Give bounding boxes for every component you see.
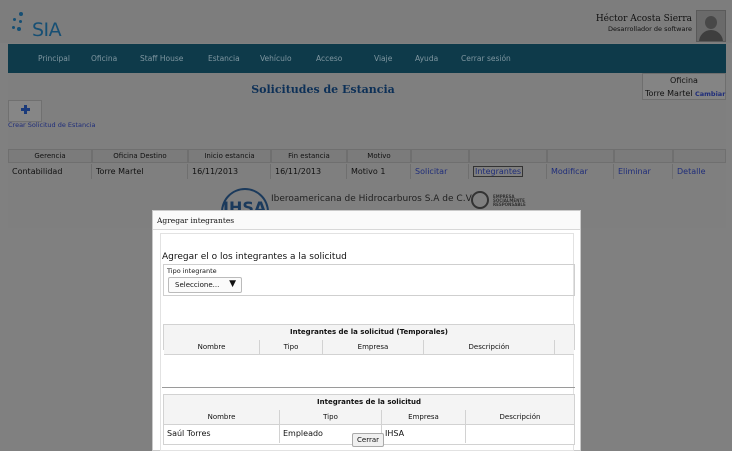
office-value: Torre Martel xyxy=(645,89,693,98)
column-header xyxy=(614,149,673,163)
table-caption: Integrantes de la solicitud (Temporales) xyxy=(164,325,574,341)
dialog-title-bar[interactable]: Agregar integrantes xyxy=(153,211,580,230)
plus-icon xyxy=(21,105,30,114)
column-header xyxy=(547,149,614,163)
modificar-link[interactable]: Modificar xyxy=(547,164,614,179)
user-role: Desarrollador de software xyxy=(608,25,692,33)
column-header: Inicio estancia xyxy=(188,149,271,163)
member-type-label: Tipo integrante xyxy=(167,267,217,275)
dialog-heading: Agregar el o los integrantes a la solici… xyxy=(162,252,347,262)
column-header xyxy=(555,340,574,355)
column-header: Tipo xyxy=(280,410,382,425)
temporary-members-table: Integrantes de la solicitud (Temporales)… xyxy=(163,324,575,355)
table-cell: Torre Martel xyxy=(92,164,188,179)
table-cell: Motivo 1 xyxy=(347,164,411,179)
add-members-dialog: Agregar integrantes Agregar el o los int… xyxy=(152,210,581,451)
avatar-shoulders xyxy=(699,30,723,41)
nav-vehiculo[interactable]: Vehículo xyxy=(260,54,292,63)
integrantes-cell: Integrantes xyxy=(469,164,547,179)
column-header: Oficina Destino xyxy=(92,149,188,163)
column-header: Nombre xyxy=(164,340,260,355)
close-button[interactable]: Cerrar xyxy=(352,433,384,447)
dropdown-arrow-icon: ▼ xyxy=(229,279,236,289)
table-cell: 16/11/2013 xyxy=(271,164,347,179)
nav-ayuda[interactable]: Ayuda xyxy=(415,54,438,63)
table-caption: Integrantes de la solicitud xyxy=(164,395,574,411)
create-request-link[interactable]: Crear Solicitud de Estancia xyxy=(8,121,95,129)
column-header: Motivo xyxy=(347,149,411,163)
esr-logo: EMPRESA SOCIALMENTE RESPONSABLE xyxy=(471,189,526,211)
company-name: Iberoamericana de Hidrocarburos S.A de C… xyxy=(271,194,474,204)
table-cell: 16/11/2013 xyxy=(188,164,271,179)
main-navigation: Principal Oficina Staff House Estancia V… xyxy=(8,44,726,73)
logo-text: SIA xyxy=(32,19,62,41)
nav-acceso[interactable]: Acceso xyxy=(316,54,342,63)
column-header: Descripción xyxy=(424,340,555,355)
member-type-group: Tipo integrante Seleccione... ▼ xyxy=(163,264,575,296)
eliminar-link[interactable]: Eliminar xyxy=(614,164,673,179)
avatar[interactable] xyxy=(696,10,726,42)
column-header: Fin estancia xyxy=(271,149,347,163)
table-cell: IHSA xyxy=(382,425,466,443)
nav-viaje[interactable]: Viaje xyxy=(374,54,392,63)
page-title: Solicitudes de Estancia xyxy=(251,83,395,96)
user-name: Héctor Acosta Sierra xyxy=(595,14,692,24)
header: SIA Héctor Acosta Sierra Desarrollador d… xyxy=(0,0,732,43)
column-header: Tipo xyxy=(260,340,323,355)
requests-table: Gerencia Oficina Destino Inicio estancia… xyxy=(8,149,726,180)
table-cell: Contabilidad xyxy=(8,164,92,179)
avatar-head xyxy=(705,16,717,29)
office-label: Oficina xyxy=(670,76,698,85)
dialog-body: Agregar el o los integrantes a la solici… xyxy=(160,233,575,451)
detalle-link[interactable]: Detalle xyxy=(673,164,726,179)
member-type-value: Seleccione... xyxy=(175,281,220,289)
create-request-button[interactable] xyxy=(8,100,42,122)
esr-circle-icon xyxy=(471,191,489,209)
solicitar-link[interactable]: Solicitar xyxy=(411,164,469,179)
column-header: Gerencia xyxy=(8,149,92,163)
dialog-title: Agregar integrantes xyxy=(157,216,235,225)
nav-cerrar-sesion[interactable]: Cerrar sesión xyxy=(461,54,511,63)
nav-principal[interactable]: Principal xyxy=(38,54,70,63)
table-cell xyxy=(466,425,574,443)
column-header xyxy=(411,149,469,163)
member-type-select[interactable]: Seleccione... ▼ xyxy=(168,277,242,293)
column-header: Descripción xyxy=(466,410,574,425)
nav-oficina[interactable]: Oficina xyxy=(91,54,117,63)
divider xyxy=(162,387,575,388)
table-cell: Saúl Torres xyxy=(164,425,280,443)
column-header: Nombre xyxy=(164,410,280,425)
integrantes-link[interactable]: Integrantes xyxy=(473,166,524,177)
office-box: Oficina Torre Martel Cambiar xyxy=(642,73,726,100)
column-header xyxy=(673,149,726,163)
column-header: Empresa xyxy=(382,410,466,425)
page-background: SIA Héctor Acosta Sierra Desarrollador d… xyxy=(0,0,732,451)
esr-text: EMPRESA SOCIALMENTE RESPONSABLE xyxy=(493,194,526,207)
column-header xyxy=(469,149,547,163)
column-header: Empresa xyxy=(323,340,424,355)
nav-staff-house[interactable]: Staff House xyxy=(140,54,183,63)
sia-logo: SIA xyxy=(8,6,68,41)
nav-estancia[interactable]: Estancia xyxy=(208,54,240,63)
change-office-link[interactable]: Cambiar xyxy=(695,90,725,98)
